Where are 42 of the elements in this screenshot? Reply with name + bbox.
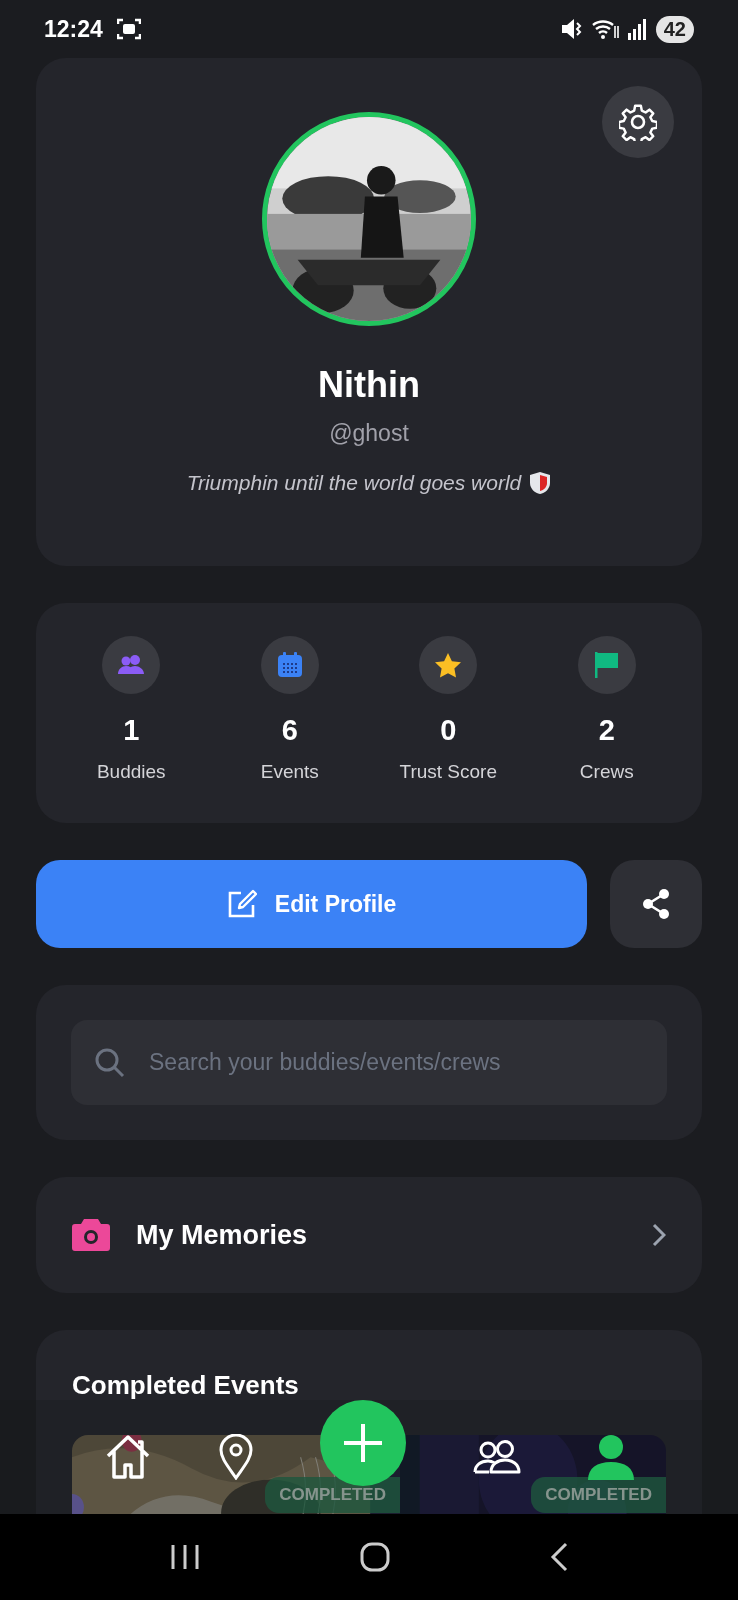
wifi-icon	[591, 18, 620, 40]
stat-label: Buddies	[96, 761, 166, 783]
screenshot-icon	[116, 18, 141, 40]
stat-value: 0	[440, 714, 457, 747]
status-badge: COMPLETED	[531, 1477, 666, 1513]
people-icon[interactable]	[473, 1440, 522, 1474]
memories-label: My Memories	[136, 1219, 309, 1251]
chevron-right-icon	[652, 1223, 666, 1247]
shield-icon	[529, 471, 552, 495]
share-icon	[640, 888, 672, 920]
edit-icon	[226, 889, 257, 919]
recent-apps-icon[interactable]	[170, 1544, 200, 1570]
camera-icon	[72, 1219, 110, 1251]
status-badge: COMPLETED	[265, 1477, 400, 1513]
stat-value: 2	[598, 714, 615, 747]
profile-handle: @ghost	[329, 420, 409, 447]
section-title: Completed Events	[72, 1370, 299, 1400]
search-icon	[95, 1048, 125, 1078]
stat-label: Trust Score	[399, 761, 497, 783]
flag-icon	[594, 652, 619, 678]
back-icon[interactable]	[550, 1542, 568, 1572]
stat-value: 1	[123, 714, 140, 747]
edit-profile-button[interactable]: Edit Profile	[36, 860, 587, 948]
calendar-icon	[276, 652, 303, 678]
settings-icon	[619, 103, 657, 141]
plus-icon	[341, 1422, 384, 1464]
people-icon	[118, 655, 145, 675]
stat-label: Events	[260, 761, 319, 783]
signal-icon	[627, 18, 648, 40]
stat-value: 6	[281, 714, 298, 747]
profile-bio: Triumphin until the world goes world	[186, 471, 522, 495]
search-field[interactable]: Search your buddies/events/crews	[71, 1020, 667, 1105]
share-button[interactable]	[610, 860, 702, 948]
memories-row[interactable]: My Memories	[36, 1177, 702, 1293]
stat-label: Crews	[579, 761, 634, 783]
profile-name: Nithin	[318, 364, 420, 406]
status-time: 12:24	[44, 15, 103, 43]
location-pin-icon[interactable]	[218, 1434, 253, 1480]
battery-level: 42	[655, 15, 694, 43]
person-icon[interactable]	[588, 1434, 635, 1480]
star-icon	[435, 652, 462, 678]
mute-icon	[559, 18, 584, 40]
